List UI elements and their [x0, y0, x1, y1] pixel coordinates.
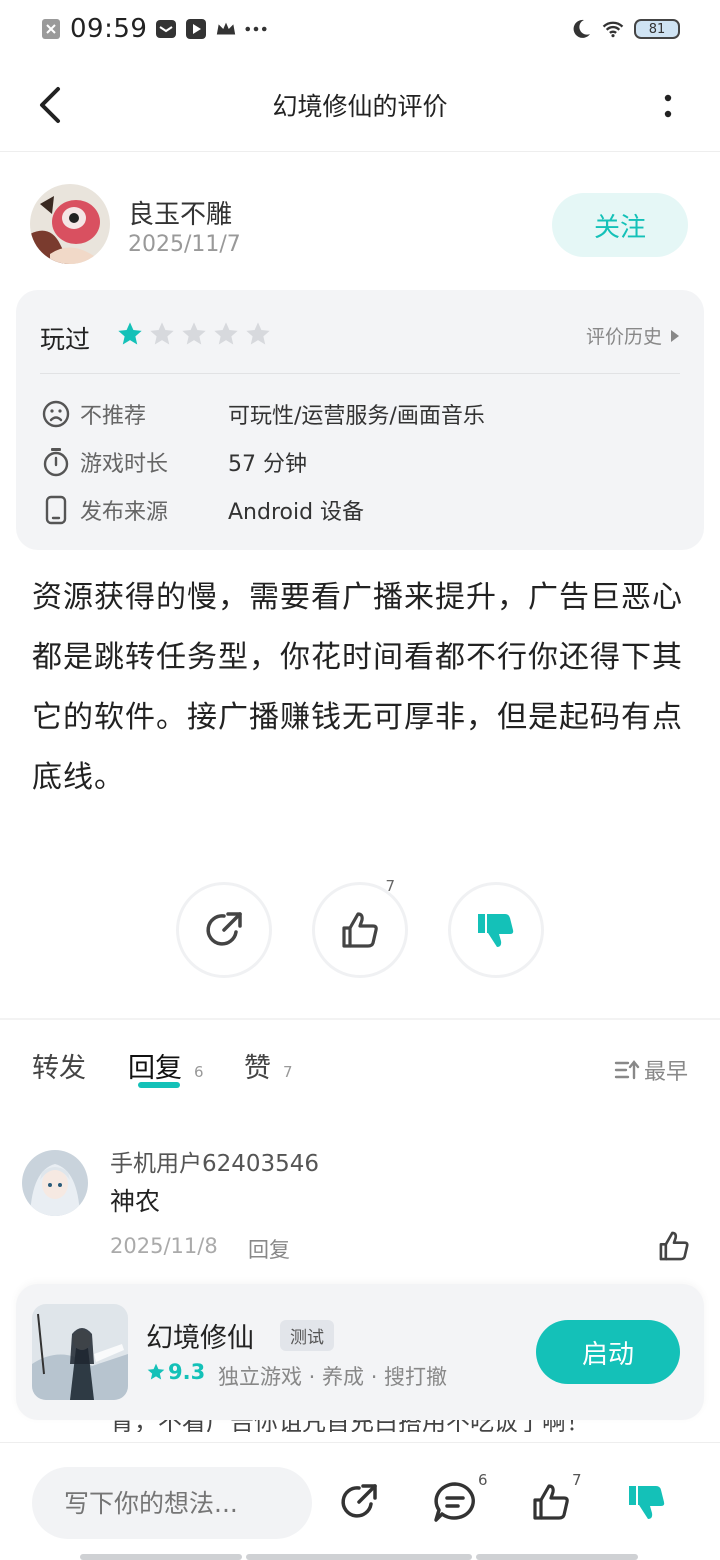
crown-icon — [215, 18, 237, 40]
thumbs-up-icon — [659, 1231, 689, 1261]
game-score-value: 9.3 — [168, 1360, 206, 1384]
dislike-button[interactable] — [448, 882, 544, 978]
comment-icon — [434, 1482, 475, 1522]
bottom-dislike-button[interactable] — [624, 1479, 670, 1525]
review-actions: 7 — [176, 877, 544, 978]
nav-bar: 幻境修仙的评价 — [0, 58, 720, 152]
more-options-button[interactable] — [656, 86, 680, 126]
tab-like[interactable]: 赞 7 — [244, 1046, 293, 1085]
game-icon[interactable] — [32, 1304, 128, 1400]
chevron-left-icon — [40, 87, 60, 123]
sort-label: 最早 — [643, 1060, 688, 1085]
sort-icon — [614, 1060, 640, 1080]
status-time: 09:59 — [70, 14, 148, 44]
status-bar: 09:59 81 — [0, 0, 720, 58]
stopwatch-icon — [40, 446, 72, 478]
thumbs-down-icon — [478, 914, 514, 947]
sort-button[interactable]: 最早 — [614, 1054, 688, 1086]
thumbs-down-icon — [629, 1486, 665, 1519]
caret-right-icon — [671, 329, 679, 342]
source-value: Android 设备 — [228, 500, 365, 525]
tab-like-count: 7 — [283, 1063, 293, 1081]
star-empty-icon — [214, 322, 238, 345]
sad-face-icon — [40, 398, 72, 430]
tab-reply-count: 6 — [194, 1063, 204, 1081]
bottom-comment-button[interactable] — [432, 1479, 478, 1525]
star-empty-icon — [150, 322, 174, 345]
author-avatar[interactable] — [30, 184, 110, 264]
author-name[interactable]: 良玉不雕 — [128, 194, 232, 231]
rating-history-label: 评价历史 — [585, 326, 662, 348]
back-button[interactable] — [30, 82, 70, 128]
comment-like-button[interactable] — [656, 1228, 692, 1264]
comment-item: 手机用户62403546 神农 2025/11/8 回复 — [22, 1140, 698, 1270]
recommendation-label: 不推荐 — [80, 404, 147, 429]
tab-reply-label: 回复 — [128, 1053, 182, 1084]
bottom-action-bar: 6 7 — [0, 1442, 720, 1560]
comment-count-badge: 6 — [478, 1471, 488, 1489]
source-label: 发布来源 — [80, 500, 169, 525]
played-label: 玩过 — [40, 325, 91, 354]
star-rating — [116, 320, 272, 348]
thumbs-up-icon — [342, 912, 378, 948]
recommendation-row: 不推荐 可玩性/运营服务/画面音乐 — [40, 394, 680, 434]
comment-date: 2025/11/8 — [110, 1234, 218, 1258]
more-vertical-icon — [664, 94, 672, 118]
commenter-avatar[interactable] — [22, 1150, 88, 1216]
playtime-value: 57 分钟 — [228, 452, 307, 477]
thumbs-up-icon — [533, 1484, 569, 1520]
game-genres: 独立游戏 · 养成 · 搜打撤 — [218, 1365, 448, 1389]
commenter-name[interactable]: 手机用户62403546 — [110, 1144, 319, 1178]
comment-text: 神农 — [110, 1187, 161, 1216]
comment-input[interactable] — [32, 1467, 312, 1539]
moon-icon — [570, 18, 592, 40]
reply-tabs: 转发 回复 6 赞 7 最早 — [32, 1046, 688, 1096]
game-score: 9.3 — [146, 1360, 205, 1384]
review-text: 资源获得的慢，需要看广播来提升，广告巨恶心都是跳转任务型，你花时间看都不行你还得… — [32, 580, 683, 795]
game-card[interactable]: 幻境修仙 测试 9.3 独立游戏 · 养成 · 搜打撤 启动 — [16, 1284, 704, 1420]
share-button[interactable] — [176, 882, 272, 978]
home-indicator — [80, 1554, 640, 1560]
star-empty-icon — [182, 322, 206, 345]
wifi-icon — [602, 18, 624, 40]
tab-reply[interactable]: 回复 6 — [128, 1046, 204, 1085]
playtime-row: 游戏时长 57 分钟 — [40, 442, 680, 482]
share-icon — [206, 912, 242, 946]
source-row: 发布来源 Android 设备 — [40, 490, 680, 530]
play-icon — [185, 18, 207, 40]
game-name: 幻境修仙 — [146, 1323, 254, 1354]
page-title: 幻境修仙的评价 — [272, 91, 448, 121]
more-notifications-icon — [245, 18, 267, 40]
share-icon — [341, 1484, 377, 1518]
playtime-label: 游戏时长 — [80, 452, 169, 477]
review-author: 良玉不雕 2025/11/7 关注 — [30, 180, 690, 270]
mail-icon — [155, 18, 177, 40]
rating-history-link[interactable]: 评价历史 — [586, 322, 680, 349]
section-separator — [0, 1018, 720, 1020]
like-count: 7 — [385, 877, 395, 895]
recommendation-value: 可玩性/运营服务/画面音乐 — [228, 404, 485, 429]
divider — [40, 373, 680, 374]
close-notification-icon — [40, 18, 62, 40]
star-empty-icon — [246, 322, 270, 345]
follow-button[interactable]: 关注 — [552, 193, 688, 257]
like-button[interactable]: 7 — [312, 877, 408, 978]
comment-reply-button[interactable]: 回复 — [248, 1234, 290, 1264]
tab-forward-label: 转发 — [32, 1053, 86, 1084]
review-date: 2025/11/7 — [128, 232, 241, 257]
active-tab-indicator — [138, 1082, 180, 1088]
launch-button[interactable]: 启动 — [536, 1320, 680, 1384]
bottom-like-button[interactable] — [528, 1479, 574, 1525]
bottom-share-button[interactable] — [336, 1479, 382, 1525]
phone-icon — [40, 494, 72, 526]
star-filled-icon — [118, 322, 142, 345]
star-icon — [147, 1363, 165, 1380]
rating-card: 玩过 评价历史 不推荐 可玩性/运营服务/画面音乐 游戏时长 57 分钟 发布来… — [16, 290, 704, 550]
like-count-badge: 7 — [572, 1471, 582, 1489]
game-status-badge: 测试 — [280, 1320, 334, 1351]
battery-indicator: 81 — [634, 19, 680, 39]
tab-forward[interactable]: 转发 — [32, 1046, 86, 1085]
tab-like-label: 赞 — [244, 1053, 271, 1084]
